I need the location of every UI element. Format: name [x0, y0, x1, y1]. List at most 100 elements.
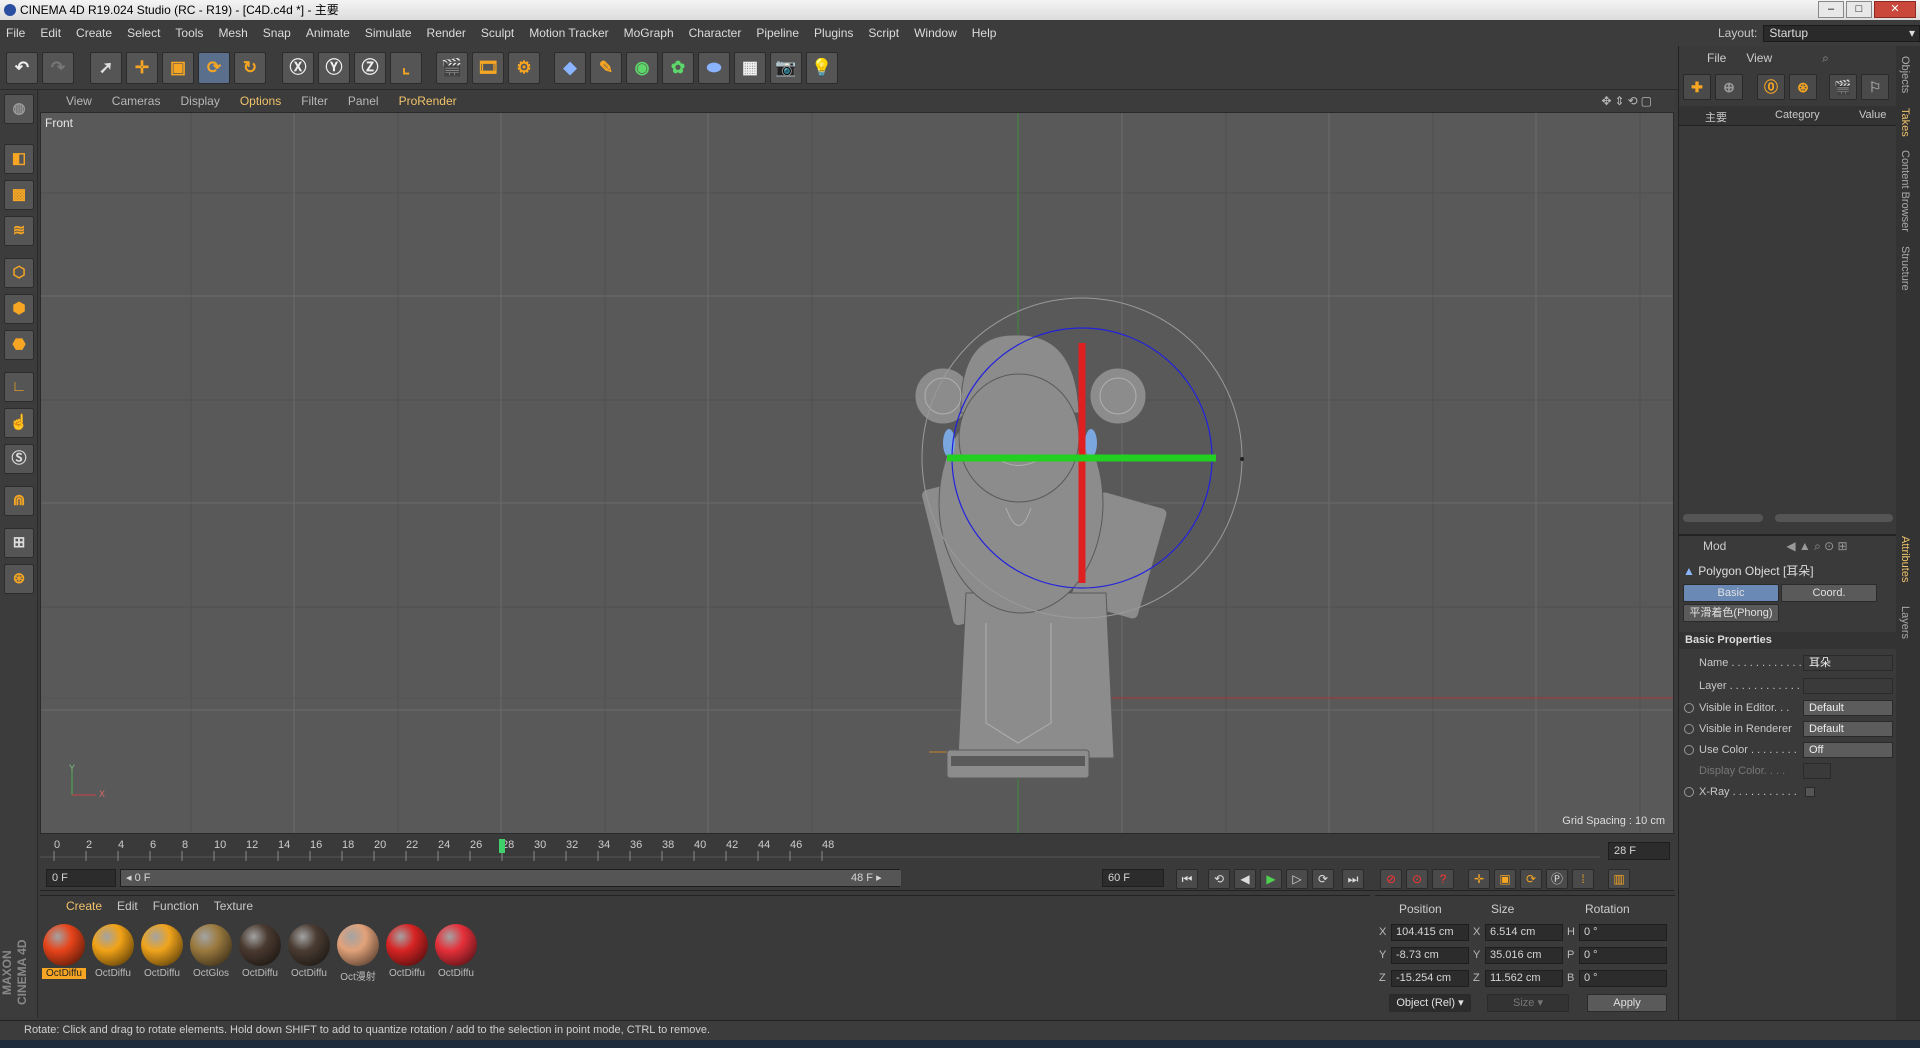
menu-mesh[interactable]: Mesh	[218, 26, 247, 40]
light-icon[interactable]: 💡	[806, 52, 838, 84]
apply-button[interactable]: Apply	[1587, 994, 1667, 1012]
coordinate-system-icon[interactable]: ⌞	[390, 52, 422, 84]
camera-icon[interactable]: 📷	[770, 52, 802, 84]
previous-keyframe-icon[interactable]: ⟲	[1208, 869, 1230, 889]
tab-phong[interactable]: 平滑着色(Phong)	[1683, 604, 1779, 622]
viewport-menu-options[interactable]: Options	[240, 94, 281, 108]
playhead-marker[interactable]	[499, 839, 505, 853]
grid-rotate-icon[interactable]: ⊛	[4, 564, 34, 594]
scale-key-icon[interactable]: ▣	[1494, 869, 1516, 889]
timeline-ruler[interactable]: 0 2 4 6 8 10 12 14 16 18 20 22 24 26 28 30 32 34 36 38 40 42 4…	[40, 837, 1674, 865]
xray-checkbox[interactable]	[1805, 787, 1815, 797]
rot-b-field[interactable]: 0 °	[1579, 970, 1667, 987]
menu-edit[interactable]: Edit	[40, 26, 61, 40]
xray-radio[interactable]	[1684, 787, 1694, 797]
layout-select[interactable]: Startup	[1763, 24, 1920, 42]
use-color-radio[interactable]	[1684, 745, 1694, 755]
material-menu-create[interactable]: Create	[66, 899, 102, 913]
axis-mode-icon[interactable]: ∟	[4, 372, 34, 402]
size-z-field[interactable]: 11.562 cm	[1485, 970, 1563, 987]
workplane-mode-icon[interactable]: ≋	[4, 216, 34, 246]
render-picture-viewer-icon[interactable]: 🎞	[472, 52, 504, 84]
size-y-field[interactable]: 35.016 cm	[1485, 947, 1563, 964]
material-menu-function[interactable]: Function	[153, 899, 199, 913]
z-axis-lock-icon[interactable]: Ⓩ	[354, 52, 386, 84]
rotation-key-icon[interactable]: ⟳	[1520, 869, 1542, 889]
viewport-menu-panel[interactable]: Panel	[348, 94, 379, 108]
texture-mode-icon[interactable]: ▩	[4, 180, 34, 210]
minimize-button[interactable]: –	[1818, 1, 1844, 18]
record-keys-icon[interactable]: ⊘	[1380, 869, 1402, 889]
menu-animate[interactable]: Animate	[306, 26, 350, 40]
autokey-icon[interactable]: ⊙	[1406, 869, 1428, 889]
side-tab-content-browser[interactable]: Content Browser	[1899, 150, 1911, 232]
tab-coord[interactable]: Coord.	[1781, 584, 1877, 602]
render-settings-icon[interactable]: ⚙	[508, 52, 540, 84]
take-lock-icon[interactable]: ⊛	[1789, 74, 1817, 100]
menu-motion-tracker[interactable]: Motion Tracker	[529, 26, 608, 40]
cloner-icon[interactable]: ✿	[662, 52, 694, 84]
point-level-key-icon[interactable]: ⁞	[1572, 869, 1594, 889]
material-menu-texture[interactable]: Texture	[214, 899, 253, 913]
attr-visible-editor-dropdown[interactable]: Default	[1803, 700, 1893, 716]
viewport-menu-prorender[interactable]: ProRender	[399, 94, 457, 108]
attribute-nav-icons[interactable]: ◀ ▲ ⌕ ⊙ ⊞	[1786, 539, 1847, 554]
end-frame-field[interactable]: 60 F	[1102, 869, 1164, 887]
menu-help[interactable]: Help	[972, 26, 997, 40]
start-frame-field[interactable]: 0 F	[46, 869, 116, 887]
next-keyframe-icon[interactable]: ⟳	[1312, 869, 1334, 889]
viewport-menu-filter[interactable]: Filter	[301, 94, 328, 108]
go-to-end-icon[interactable]: ⏭	[1342, 869, 1364, 889]
attribute-mode-menu[interactable]: Mod	[1703, 539, 1726, 553]
solo-icon[interactable]: Ⓢ	[4, 444, 34, 474]
subdivision-icon[interactable]: ◉	[626, 52, 658, 84]
visible-renderer-radio[interactable]	[1684, 724, 1694, 734]
viewport-menu-display[interactable]: Display	[180, 94, 219, 108]
material-swatch[interactable]: OctDiffu	[434, 924, 478, 979]
take-render-icon[interactable]: 🎬	[1829, 74, 1857, 100]
position-key-icon[interactable]: ✛	[1468, 869, 1490, 889]
pen-spline-icon[interactable]: ✎	[590, 52, 622, 84]
take-override-icon[interactable]: ⊕	[1715, 74, 1743, 100]
menu-plugins[interactable]: Plugins	[814, 26, 853, 40]
menu-tools[interactable]: Tools	[175, 26, 203, 40]
side-tab-takes[interactable]: Takes	[1899, 108, 1911, 137]
move-icon[interactable]: ✛	[126, 52, 158, 84]
attr-use-color-dropdown[interactable]: Off	[1803, 742, 1893, 758]
take-add-icon[interactable]: ✚	[1683, 74, 1711, 100]
attr-name-field[interactable]: 耳朵	[1803, 655, 1893, 671]
menu-simulate[interactable]: Simulate	[365, 26, 412, 40]
go-to-start-icon[interactable]: ⏮	[1176, 869, 1198, 889]
live-selection-icon[interactable]: ↻	[234, 52, 266, 84]
select-arrow-icon[interactable]: ➚	[90, 52, 122, 84]
take-marker-icon[interactable]: ⚐	[1861, 74, 1889, 100]
deformer-icon[interactable]: ⬬	[698, 52, 730, 84]
menu-mograph[interactable]: MoGraph	[624, 26, 674, 40]
horizontal-scrollbar-right[interactable]	[1775, 514, 1893, 522]
y-axis-lock-icon[interactable]: Ⓨ	[318, 52, 350, 84]
pos-y-field[interactable]: -8.73 cm	[1391, 947, 1469, 964]
frame-range-slider[interactable]: ◂ 0 F 48 F ▸	[120, 869, 901, 887]
side-tab-structure[interactable]: Structure	[1899, 246, 1911, 291]
side-tab-objects[interactable]: Objects	[1899, 56, 1911, 93]
current-frame-field[interactable]: 28 F	[1608, 842, 1670, 860]
side-tab-attributes[interactable]: Attributes	[1899, 536, 1911, 582]
menu-script[interactable]: Script	[868, 26, 899, 40]
viewport-navigation-icons[interactable]: ✥⇕⟲▢	[1601, 94, 1655, 108]
material-menu-edit[interactable]: Edit	[117, 899, 138, 913]
menu-render[interactable]: Render	[427, 26, 466, 40]
parameter-key-icon[interactable]: Ⓟ	[1546, 869, 1568, 889]
pos-z-field[interactable]: -15.254 cm	[1391, 970, 1469, 987]
material-swatch[interactable]: OctDiffu	[140, 924, 184, 979]
redo-icon[interactable]: ↷	[42, 52, 74, 84]
viewport-menu-view[interactable]: View	[66, 94, 92, 108]
timeline-window-icon[interactable]: ▥	[1608, 869, 1630, 889]
om-search-icon[interactable]: ⌕	[1822, 51, 1829, 66]
workplane-lock-icon[interactable]: ⊞	[4, 528, 34, 558]
size-mode-dropdown[interactable]: Size ▾	[1487, 994, 1569, 1012]
material-swatch[interactable]: OctGlos	[189, 924, 233, 979]
display-color-swatch[interactable]	[1803, 763, 1831, 779]
previous-frame-icon[interactable]: ◀	[1234, 869, 1256, 889]
menu-create[interactable]: Create	[76, 26, 112, 40]
polygons-mode-icon[interactable]: ⬣	[4, 330, 34, 360]
